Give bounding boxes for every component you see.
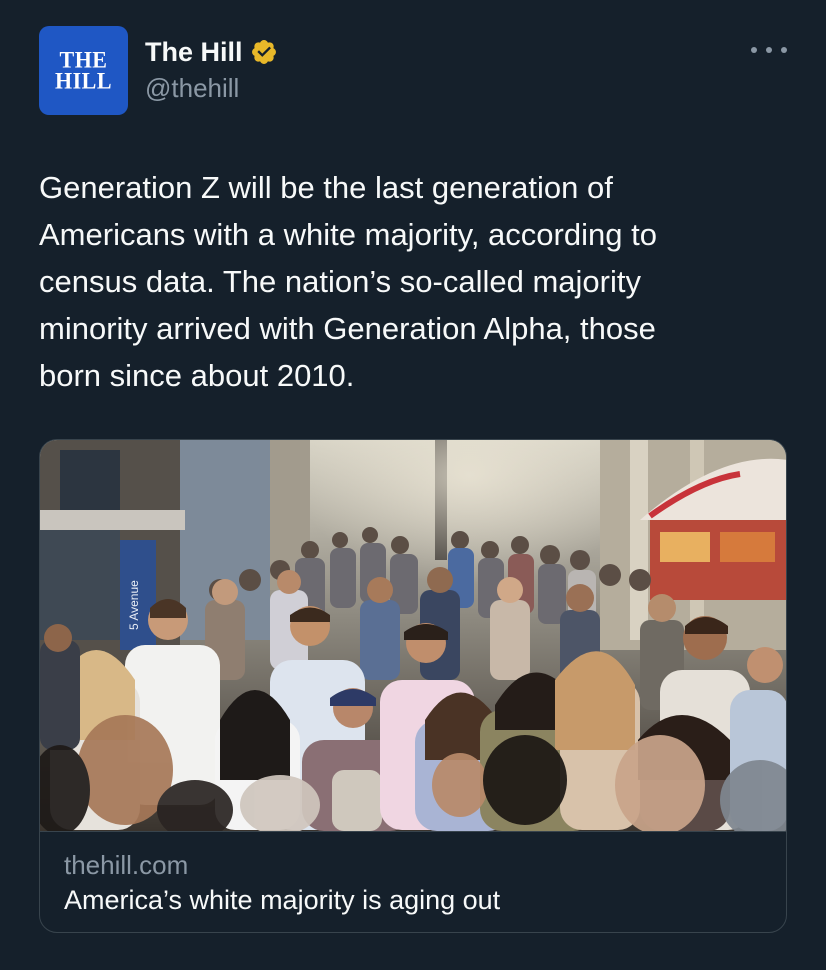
more-options-icon[interactable] bbox=[751, 38, 787, 62]
display-name[interactable]: The Hill bbox=[145, 37, 243, 68]
card-meta[interactable]: thehill.com America’s white majority is … bbox=[40, 831, 786, 932]
avatar-line-2: HILL bbox=[54, 66, 113, 94]
tweet-text-line: census data. The nation’s so-called majo… bbox=[39, 264, 641, 299]
link-card[interactable]: 5 Avenue thehill.com America’s white maj… bbox=[39, 439, 787, 933]
card-title: America’s white majority is aging out bbox=[64, 885, 501, 915]
card-image[interactable]: 5 Avenue bbox=[40, 440, 787, 831]
card-domain: thehill.com bbox=[64, 850, 189, 880]
tweet-text-line: born since about 2010. bbox=[39, 358, 355, 393]
tweet: THE HILL The Hill @thehill Generation Z … bbox=[0, 0, 826, 970]
tweet-text-line: minority arrived with Generation Alpha, … bbox=[39, 311, 656, 346]
tweet-text-line: Generation Z will be the last generation… bbox=[39, 170, 613, 205]
street-sign: 5 Avenue bbox=[127, 580, 141, 630]
avatar[interactable]: THE HILL bbox=[39, 26, 128, 115]
verified-badge-icon bbox=[251, 40, 276, 64]
handle[interactable]: @thehill bbox=[145, 73, 239, 104]
tweet-text-line: Americans with a white majority, accordi… bbox=[39, 217, 657, 252]
tweet-text: Generation Z will be the last generation… bbox=[39, 164, 759, 399]
name-row: The Hill bbox=[145, 34, 278, 70]
